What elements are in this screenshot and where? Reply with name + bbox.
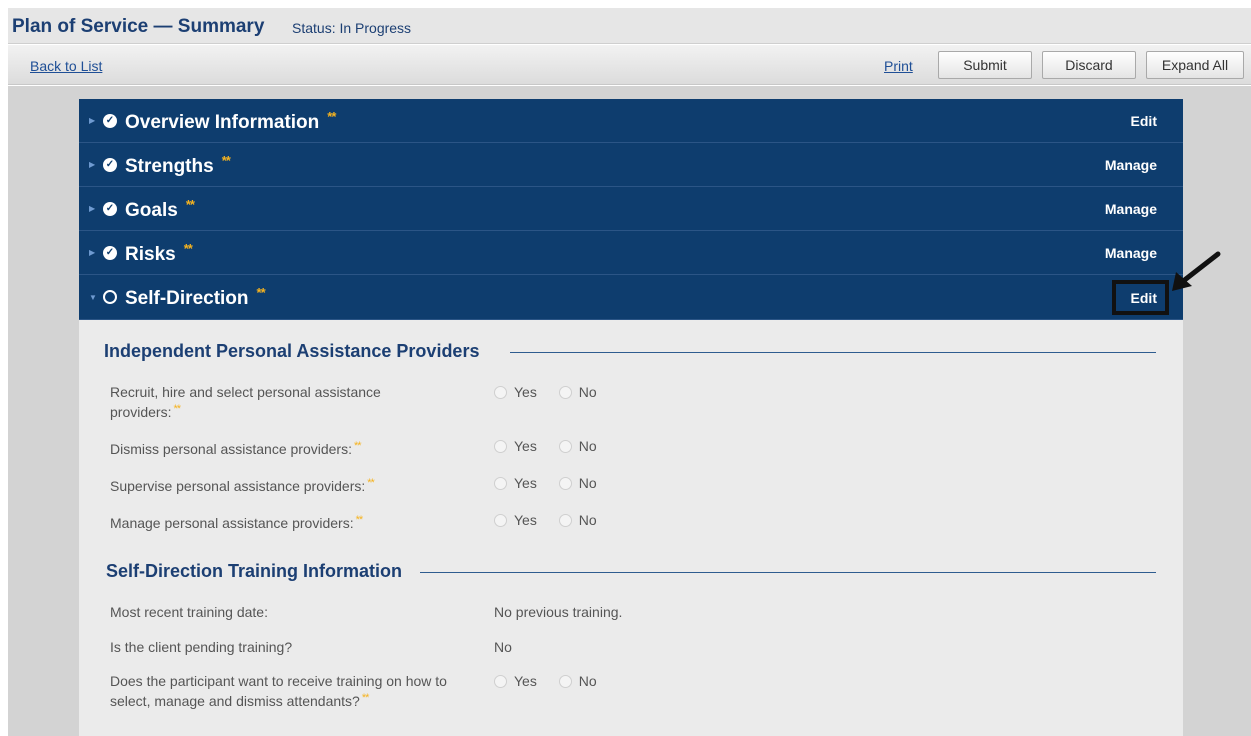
incomplete-circle-icon [103, 290, 117, 304]
pending-training-value: No [494, 639, 512, 655]
check-circle-icon: ✓ [103, 114, 117, 128]
header-bar: Plan of Service — Summary Status: In Pro… [8, 8, 1251, 44]
radio-circle-icon[interactable] [494, 514, 507, 527]
collapse-arrow-icon[interactable]: ▼ [89, 293, 97, 303]
section-title: Strengths ** [125, 153, 231, 177]
radio-group-recruit: Yes No [494, 384, 615, 400]
radio-group-manage: Yes No [494, 512, 615, 528]
pending-training-label: Is the client pending training? [110, 639, 293, 655]
required-stars: ** [355, 514, 364, 526]
section-title: Risks ** [125, 241, 193, 265]
section-title: Goals ** [125, 197, 195, 221]
toolbar: Back to List Print Submit Discard Expand… [8, 45, 1251, 85]
edit-highlight-box [1112, 280, 1169, 315]
radio-yes[interactable]: Yes [494, 673, 537, 689]
section-risks[interactable]: ▶ ✓ Risks ** Manage [79, 231, 1183, 275]
status-text: Status: In Progress [292, 20, 412, 36]
radio-group-dismiss: Yes No [494, 438, 615, 454]
required-stars: ** [361, 692, 370, 704]
required-stars: ** [173, 403, 181, 415]
radio-circle-icon[interactable] [558, 514, 572, 527]
section-strengths[interactable]: ▶ ✓ Strengths ** Manage [79, 143, 1183, 187]
recent-training-label: Most recent training date: [110, 604, 268, 620]
check-circle-icon: ✓ [103, 158, 117, 172]
required-stars: ** [327, 109, 336, 124]
radio-no[interactable]: No [558, 475, 597, 491]
submit-button[interactable]: Submit [938, 51, 1032, 79]
radio-circle-icon[interactable] [558, 477, 572, 490]
section-divider [420, 572, 1156, 573]
required-stars: ** [256, 285, 266, 300]
question-label: Does the participant want to receive tra… [110, 673, 447, 709]
expand-arrow-icon[interactable]: ▶ [89, 160, 95, 170]
radio-circle-icon[interactable] [558, 675, 572, 688]
section-title: Self-Direction ** [125, 285, 266, 309]
section-title: Overview Information ** [125, 109, 336, 133]
required-stars: ** [353, 440, 362, 452]
callout-arrow-icon [1172, 251, 1221, 291]
required-stars: ** [367, 477, 375, 489]
radio-circle-icon[interactable] [558, 440, 572, 453]
print-link[interactable]: Print [884, 58, 913, 74]
page-title: Plan of Service — Summary [12, 16, 265, 37]
question-label: Manage personal assistance providers: ** [110, 514, 364, 531]
radio-no[interactable]: No [558, 512, 597, 528]
question-label: Recruit, hire and select personal assist… [110, 384, 381, 420]
group-title-providers: Independent Personal Assistance Provider… [104, 341, 484, 362]
radio-circle-icon[interactable] [494, 386, 507, 399]
edit-button[interactable]: Edit [1131, 113, 1157, 129]
section-goals[interactable]: ▶ ✓ Goals ** Manage [79, 187, 1183, 231]
radio-no[interactable]: No [558, 673, 597, 689]
expand-arrow-icon[interactable]: ▶ [89, 248, 95, 258]
check-circle-icon: ✓ [103, 202, 117, 216]
section-overview-information[interactable]: ▶ ✓ Overview Information ** Edit [79, 99, 1183, 143]
expand-all-button[interactable]: Expand All [1146, 51, 1244, 79]
required-stars: ** [185, 197, 195, 212]
radio-group-supervise: Yes No [494, 475, 615, 491]
radio-circle-icon[interactable] [494, 440, 507, 453]
check-circle-icon: ✓ [103, 246, 117, 260]
radio-group-training: Yes No [494, 673, 615, 689]
required-stars: ** [221, 153, 231, 168]
group-title-training: Self-Direction Training Information [106, 561, 407, 582]
section-self-direction[interactable]: ▼ Self-Direction ** Edit [79, 275, 1183, 320]
required-stars: ** [183, 241, 193, 256]
radio-no[interactable]: No [558, 438, 597, 454]
question-label: Supervise personal assistance providers:… [110, 477, 375, 494]
radio-circle-icon[interactable] [558, 386, 572, 399]
radio-circle-icon[interactable] [494, 477, 507, 490]
question-label: Dismiss personal assistance providers: ** [110, 440, 362, 457]
expand-arrow-icon[interactable]: ▶ [89, 204, 95, 214]
manage-button[interactable]: Manage [1105, 157, 1157, 173]
back-to-list-link[interactable]: Back to List [30, 58, 102, 74]
radio-yes[interactable]: Yes [494, 475, 537, 491]
radio-yes[interactable]: Yes [494, 438, 537, 454]
manage-button[interactable]: Manage [1105, 245, 1157, 261]
radio-yes[interactable]: Yes [494, 384, 537, 400]
section-divider [510, 352, 1156, 353]
radio-circle-icon[interactable] [494, 675, 507, 688]
discard-button[interactable]: Discard [1042, 51, 1136, 79]
radio-yes[interactable]: Yes [494, 512, 537, 528]
recent-training-value: No previous training. [494, 604, 623, 620]
radio-no[interactable]: No [558, 384, 597, 400]
expand-arrow-icon[interactable]: ▶ [89, 116, 95, 126]
manage-button[interactable]: Manage [1105, 201, 1157, 217]
